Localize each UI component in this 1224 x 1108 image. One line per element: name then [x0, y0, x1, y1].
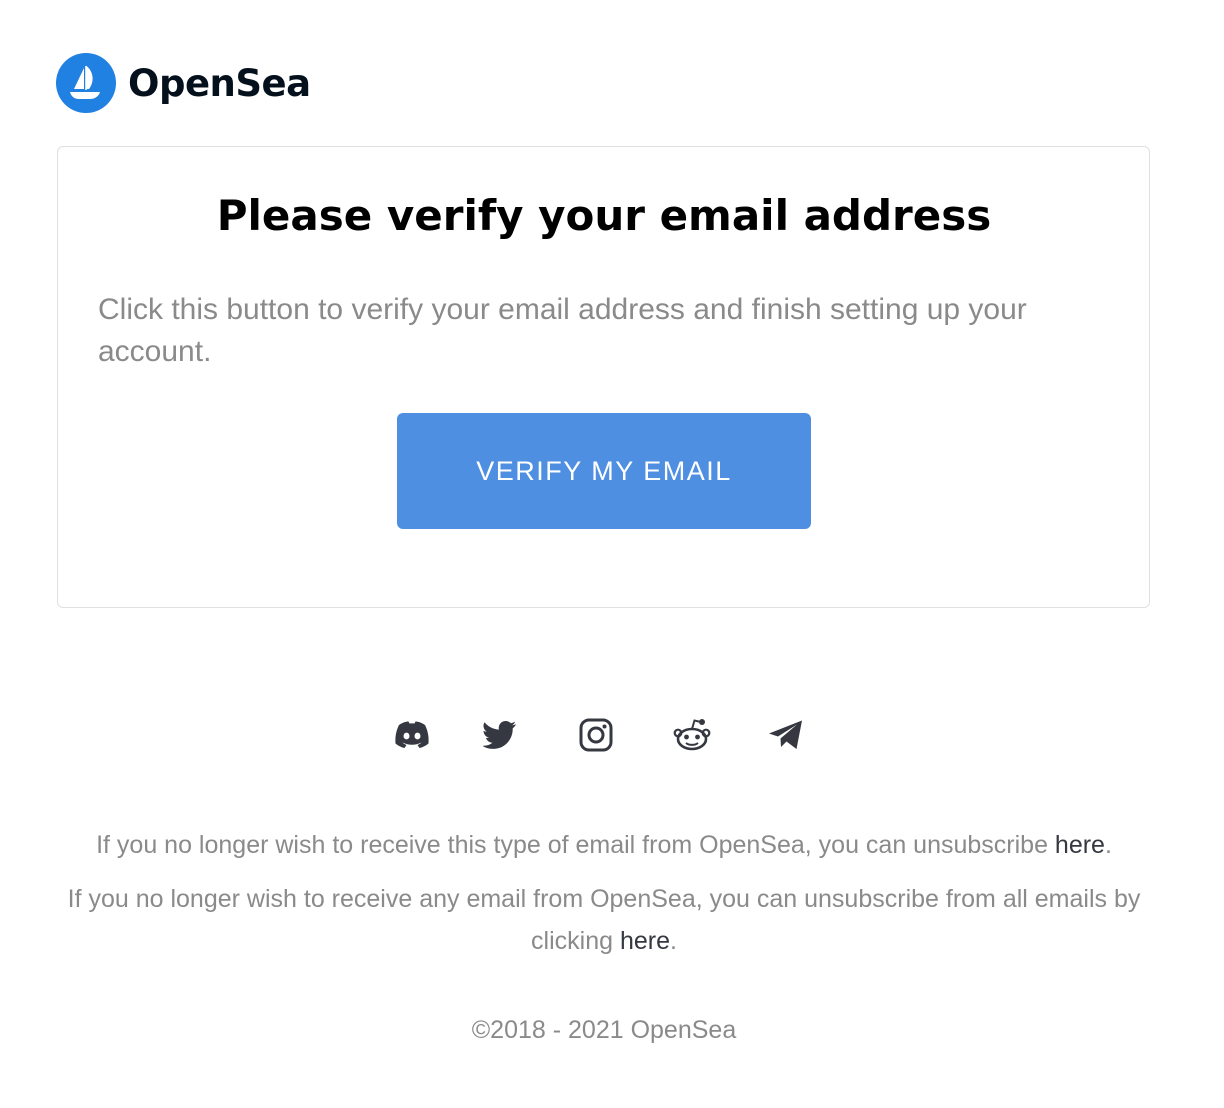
unsubscribe-all-notice: If you no longer wish to receive any ema… — [40, 878, 1168, 962]
page-title: Please verify your email address — [216, 191, 992, 240]
email-header: OpenSea — [56, 52, 311, 114]
unsubscribe-all-period: . — [670, 927, 677, 955]
telegram-icon[interactable] — [766, 715, 806, 755]
unsubscribe-type-text: If you no longer wish to receive this ty… — [96, 831, 1055, 859]
unsubscribe-all-text: If you no longer wish to receive any ema… — [67, 885, 1141, 955]
opensea-ship-icon — [70, 66, 100, 99]
unsubscribe-type-notice: If you no longer wish to receive this ty… — [40, 827, 1168, 863]
instruction-text: Click this button to verify your email a… — [98, 293, 1027, 368]
discord-icon[interactable] — [392, 715, 432, 755]
social-links — [0, 715, 1224, 755]
copyright-text: ©2018 - 2021 OpenSea — [471, 1016, 737, 1044]
opensea-logo[interactable] — [56, 53, 116, 113]
unsubscribe-type-period: . — [1104, 831, 1112, 859]
twitter-icon[interactable] — [480, 715, 520, 755]
instagram-icon[interactable] — [576, 715, 616, 755]
verify-email-button[interactable]: VERIFY MY EMAIL — [397, 413, 811, 529]
reddit-icon[interactable] — [672, 715, 712, 755]
unsubscribe-all-link[interactable]: here — [620, 927, 670, 955]
unsubscribe-type-link[interactable]: here — [1055, 831, 1105, 859]
brand-name: OpenSea — [128, 61, 311, 105]
